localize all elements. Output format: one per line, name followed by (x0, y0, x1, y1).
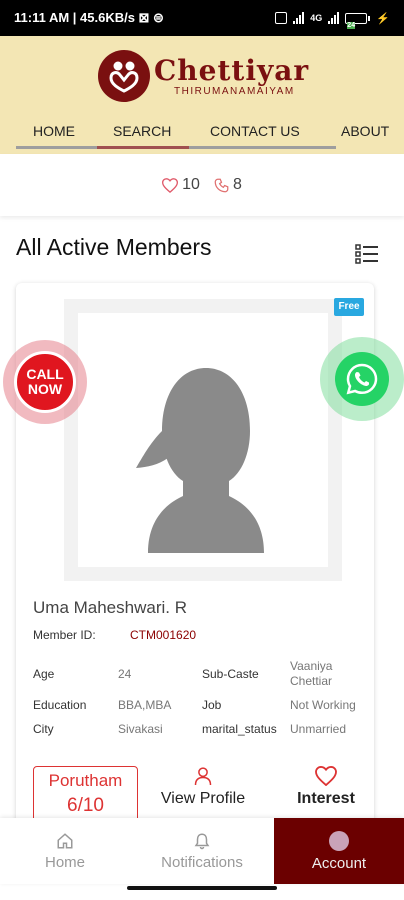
age-label: Age (33, 667, 55, 681)
profile-photo-frame[interactable] (64, 299, 342, 581)
likes-value: 10 (182, 176, 200, 193)
marital-status-value: Unmarried (290, 722, 347, 736)
whatsapp-icon (335, 352, 389, 406)
couple-logo-icon (98, 50, 150, 102)
porutham-button[interactable]: Porutham 6/10 (33, 766, 138, 826)
likes-count[interactable]: 10 (162, 176, 200, 194)
female-silhouette-icon (136, 368, 264, 553)
bottom-nav-notifications-label: Notifications (161, 853, 243, 871)
nav-search[interactable]: SEARCH (113, 123, 171, 139)
bottom-nav-notifications[interactable]: Notifications (130, 818, 274, 884)
user-icon (194, 767, 212, 786)
view-profile-button[interactable]: View Profile (158, 766, 248, 808)
bottom-nav-account[interactable]: Account (274, 818, 404, 884)
heart-outline-icon (315, 766, 337, 786)
member-name[interactable]: Uma Maheshwari. R (33, 598, 187, 618)
status-bar: 11:11 AM | 45.6KB/s ⊠ ⊜ 4G 24 ⚡ (0, 0, 404, 36)
calls-count[interactable]: 8 (214, 176, 242, 194)
education-value: BBA,MBA (118, 698, 172, 712)
brand-name: Chettiyar (154, 53, 310, 87)
whatsapp-button[interactable] (320, 337, 404, 421)
bottom-nav-account-label: Account (311, 854, 367, 872)
bottom-nav: Home Notifications Account (0, 818, 404, 884)
member-id-value: CTM001620 (130, 628, 197, 642)
brand-subtitle: THIRUMANAMAIYAM (174, 85, 295, 97)
battery-icon: 24 (345, 12, 371, 29)
city-value: Sivakasi (118, 722, 163, 736)
subcaste-value-line2: Chettiar (290, 674, 333, 688)
signal-icon-2 (328, 12, 340, 24)
porutham-score: 6/10 (67, 795, 104, 816)
call-now-icon: CALL NOW (14, 351, 76, 413)
network-type: 4G (310, 13, 323, 23)
subcaste-value-line1: Vaaniya (290, 659, 333, 673)
education-label: Education (33, 698, 87, 712)
avatar-icon (329, 830, 349, 851)
view-profile-label: View Profile (160, 790, 246, 807)
interest-button[interactable]: Interest (290, 766, 362, 808)
profile-photo (78, 313, 328, 567)
porutham-label: Porutham (48, 771, 123, 790)
phone-icon (214, 178, 229, 192)
marital-status-label: marital_status (202, 722, 277, 736)
vibrate-icon (275, 12, 288, 24)
app-header: Chettiyar THIRUMANAMAIYAM HOME SEARCH CO… (0, 36, 404, 154)
subcaste-label: Sub-Caste (202, 667, 259, 681)
job-value: Not Working (290, 698, 356, 712)
nav-about[interactable]: ABOUT (341, 123, 389, 139)
signal-icon (293, 12, 305, 24)
job-label: Job (202, 698, 222, 712)
top-nav: HOME SEARCH CONTACT US ABOUT (0, 120, 404, 146)
interest-label: Interest (297, 790, 355, 807)
nav-contact-us[interactable]: CONTACT US (210, 123, 300, 139)
member-id-label: Member ID: (33, 628, 96, 642)
call-now-line1: CALL (26, 366, 64, 382)
calls-value: 8 (232, 176, 242, 193)
list-view-icon[interactable] (355, 242, 379, 266)
bell-icon (194, 832, 210, 849)
brand-logo[interactable]: Chettiyar THIRUMANAMAIYAM (98, 50, 309, 102)
bottom-nav-home-label: Home (44, 853, 85, 871)
status-time: 11:11 AM | 45.6KB/s ⊠ ⊜ (14, 10, 164, 25)
city-label: City (33, 722, 54, 736)
call-now-button[interactable]: CALL NOW (3, 340, 87, 424)
charging-icon: ⚡ (376, 12, 390, 25)
nav-home[interactable]: HOME (33, 123, 75, 139)
nav-active-indicator (97, 146, 189, 149)
activity-counts: 10 8 (0, 154, 404, 216)
bottom-nav-home[interactable]: Home (0, 818, 130, 884)
page-title: All Active Members (16, 234, 212, 260)
heart-icon (162, 177, 179, 193)
age-value: 24 (118, 667, 132, 681)
free-badge: Free (334, 298, 364, 316)
system-home-indicator[interactable] (127, 886, 277, 890)
call-now-line2: NOW (27, 381, 63, 397)
battery-level: 24 (347, 21, 356, 29)
home-icon (57, 832, 73, 848)
